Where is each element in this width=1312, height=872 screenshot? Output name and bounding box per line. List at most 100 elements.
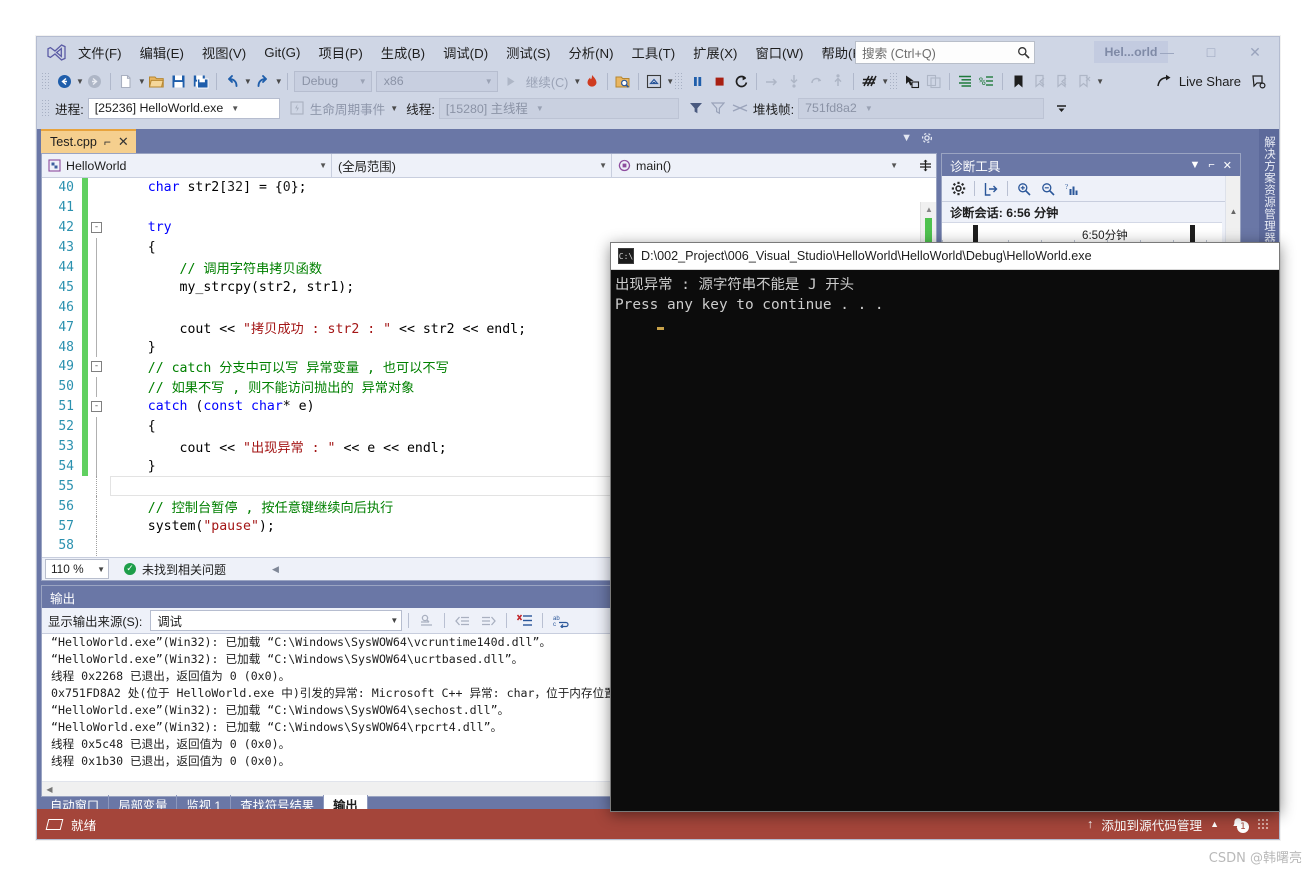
comment-selection-icon[interactable]: % <box>976 70 998 92</box>
fold-gutter[interactable] <box>88 496 110 517</box>
solution-platform-select[interactable]: x86 ▼ <box>375 70 498 92</box>
search-input[interactable]: 搜索 (Ctrl+Q) <box>855 41 1035 64</box>
threads-icon[interactable] <box>858 70 880 92</box>
continue-dropdown-icon[interactable]: ▼ <box>573 77 581 86</box>
source-control-chevron-up-icon[interactable]: ▲ <box>1210 819 1219 829</box>
continue-button-label[interactable]: 继续(C) <box>522 72 573 91</box>
bookmarks-overflow-icon[interactable]: ▼ <box>1096 77 1104 86</box>
scroll-up-icon[interactable]: ▲ <box>921 202 937 216</box>
menu-item-project[interactable]: 项目(P) <box>309 40 371 65</box>
stackframe-select[interactable]: 751fd8a2 ▼ <box>798 97 1045 119</box>
menu-item-analyze[interactable]: 分析(N) <box>559 40 622 65</box>
fold-gutter[interactable] <box>88 198 110 218</box>
format-document-icon[interactable] <box>954 70 976 92</box>
maximize-button[interactable]: □ <box>1189 38 1233 66</box>
fold-gutter[interactable] <box>88 476 110 497</box>
console-output[interactable]: 出现异常 : 源字符串不能是 J 开头 Press any key to con… <box>611 270 1279 811</box>
stop-debug-icon[interactable] <box>708 70 730 92</box>
source-control-label[interactable]: 添加到源代码管理 <box>1101 815 1202 834</box>
threads-dropdown-icon[interactable]: ▼ <box>881 77 889 86</box>
settings-gear-icon[interactable] <box>947 178 969 199</box>
export-diagnostics-icon[interactable] <box>980 178 1002 199</box>
document-tab-test-cpp[interactable]: Test.cpp ⌐ ✕ <box>41 129 136 153</box>
close-tab-icon[interactable]: ✕ <box>118 134 129 150</box>
search-in-files-icon[interactable] <box>612 70 634 92</box>
menu-bar[interactable]: 文件(F) 编辑(E) 视图(V) Git(G) 项目(P) 生成(B) 调试(… <box>69 37 876 67</box>
pause-debug-icon[interactable] <box>686 70 708 92</box>
minimize-button[interactable]: — <box>1145 38 1189 66</box>
fold-toggle-icon[interactable]: - <box>91 221 102 233</box>
hot-reload-icon[interactable] <box>581 70 603 92</box>
menu-item-window[interactable]: 窗口(W) <box>746 40 812 65</box>
process-select[interactable]: [25236] HelloWorld.exe ▼ <box>87 97 280 119</box>
save-all-icon[interactable] <box>190 70 212 92</box>
navbar-member-select[interactable]: main() ▼ <box>612 154 902 178</box>
live-visual-tree-icon[interactable] <box>643 70 665 92</box>
select-graph-icon[interactable]: ? <box>1061 178 1083 199</box>
tab-settings-icon[interactable] <box>921 132 933 144</box>
console-window[interactable]: C:\ D:\002_Project\006_Visual_Studio\Hel… <box>610 242 1280 812</box>
fold-gutter[interactable] <box>88 516 110 537</box>
lifecycle-dropdown-icon[interactable]: ▼ <box>390 104 398 113</box>
live-share-button[interactable]: Live Share <box>1157 74 1247 89</box>
play-continue-icon[interactable] <box>500 70 522 92</box>
navigate-backward-dropdown-icon[interactable]: ▼ <box>76 77 84 86</box>
fold-gutter[interactable] <box>88 257 110 278</box>
menu-item-test[interactable]: 测试(S) <box>497 40 559 65</box>
navbar-project-select[interactable]: HelloWorld ▼ <box>42 153 332 178</box>
menu-item-extensions[interactable]: 扩展(X) <box>684 40 746 65</box>
thread-select[interactable]: [15280] 主线程 ▼ <box>438 97 679 119</box>
scroll-up-icon[interactable]: ▲ <box>1226 204 1241 218</box>
toolbar-grip[interactable] <box>41 99 50 117</box>
output-source-select[interactable]: 调试 ▼ <box>150 610 403 631</box>
fold-toggle-icon[interactable]: - <box>91 361 102 373</box>
close-button[interactable]: ✕ <box>1233 38 1277 66</box>
toolbar-overflow-icon[interactable] <box>1050 97 1072 119</box>
panel-menu-icon[interactable]: ▼ <box>1185 159 1204 171</box>
fold-gutter[interactable]: - <box>88 357 110 377</box>
source-control-up-icon[interactable]: ↑ <box>1087 817 1093 831</box>
fold-gutter[interactable] <box>88 178 110 198</box>
bookmark-icon[interactable] <box>1007 70 1029 92</box>
navbar-scope-select[interactable]: (全局范围) ▼ <box>332 153 612 178</box>
toolbar-grip[interactable] <box>674 72 684 90</box>
toolbar-grip[interactable] <box>41 72 50 90</box>
pin-tab-icon[interactable]: ⌐ <box>104 135 111 149</box>
pin-panel-icon[interactable]: ⌐ <box>1204 159 1218 171</box>
menu-item-git[interactable]: Git(G) <box>255 42 309 63</box>
solution-explorer-tab[interactable]: 解决方案资源管理器 <box>1259 129 1279 251</box>
fold-gutter[interactable] <box>88 456 110 477</box>
split-editor-icon[interactable] <box>919 159 932 172</box>
resize-grip[interactable] <box>1257 818 1269 830</box>
fold-gutter[interactable]: - <box>88 218 110 238</box>
fold-gutter[interactable] <box>88 277 110 298</box>
undo-dropdown-icon[interactable]: ▼ <box>244 77 252 86</box>
menu-item-debug[interactable]: 调试(D) <box>434 40 497 65</box>
clear-output-icon[interactable] <box>513 610 536 631</box>
restart-debug-icon[interactable] <box>730 70 752 92</box>
zoom-in-icon[interactable] <box>1013 178 1035 199</box>
undo-icon[interactable] <box>221 70 243 92</box>
zoom-out-icon[interactable] <box>1037 178 1059 199</box>
menu-item-file[interactable]: 文件(F) <box>69 40 131 65</box>
navigate-backward-icon[interactable] <box>53 70 75 92</box>
open-file-icon[interactable] <box>146 70 168 92</box>
menu-item-view[interactable]: 视图(V) <box>193 40 255 65</box>
select-element-icon[interactable] <box>901 70 923 92</box>
issues-prev-icon[interactable]: ◀ <box>272 564 279 575</box>
menu-item-build[interactable]: 生成(B) <box>372 40 434 65</box>
tab-list-dropdown-icon[interactable]: ▼ <box>901 132 912 144</box>
console-title-bar[interactable]: C:\ D:\002_Project\006_Visual_Studio\Hel… <box>611 243 1279 270</box>
scroll-left-icon[interactable]: ◀ <box>42 785 57 794</box>
toolbar-grip[interactable] <box>889 72 899 90</box>
feedback-icon[interactable] <box>1247 70 1269 92</box>
fold-gutter[interactable] <box>88 297 110 318</box>
solution-configuration-select[interactable]: Debug ▼ <box>293 70 372 92</box>
menu-item-tools[interactable]: 工具(T) <box>623 40 685 65</box>
fold-gutter[interactable] <box>88 337 110 358</box>
redo-icon[interactable] <box>252 70 274 92</box>
fold-gutter[interactable]: - <box>88 397 110 417</box>
save-file-icon[interactable] <box>168 70 190 92</box>
filter-threads-icon[interactable] <box>685 97 707 119</box>
fold-gutter[interactable] <box>88 436 110 457</box>
